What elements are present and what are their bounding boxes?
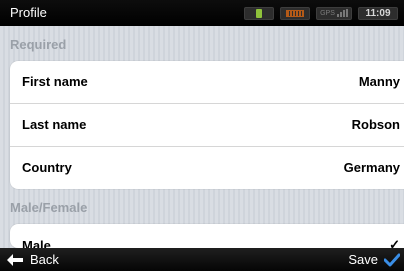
section-header-required: Required — [10, 37, 67, 52]
section-header-gender: Male/Female — [10, 200, 88, 215]
signal-icon: GPS — [316, 6, 352, 20]
back-label: Back — [30, 252, 59, 267]
field-value: ✓ — [389, 237, 400, 248]
save-label: Save — [348, 252, 378, 267]
required-fields-card: First name Manny Last name Robson Countr… — [10, 61, 404, 189]
field-label: Last name — [22, 117, 87, 132]
field-country[interactable]: Country Germany — [10, 147, 404, 189]
save-button[interactable]: Save — [348, 250, 400, 269]
window-title: Profile — [10, 5, 47, 20]
field-label: Male — [22, 238, 51, 248]
field-gender-male[interactable]: Male ✓ — [10, 224, 404, 248]
field-value: Manny — [358, 74, 400, 89]
checkmark-icon — [384, 253, 400, 266]
battery-icon — [280, 6, 310, 20]
back-button[interactable]: Back — [6, 250, 59, 269]
field-label: Country — [22, 160, 72, 175]
field-first-name[interactable]: First name Manny — [10, 61, 404, 104]
bottom-toolbar: Back Save — [0, 248, 404, 271]
usb-icon — [244, 6, 274, 20]
back-arrow-icon — [7, 253, 23, 266]
signal-label: GPS — [320, 9, 335, 17]
status-icons: GPS 11:09 — [244, 6, 398, 20]
field-value: Robson — [351, 117, 400, 132]
field-last-name[interactable]: Last name Robson — [10, 104, 404, 147]
field-value: Germany — [343, 160, 400, 175]
gender-card: Male ✓ — [10, 224, 404, 248]
status-bar: Profile GPS 11:09 — [0, 0, 404, 26]
clock: 11:09 — [358, 6, 398, 20]
field-label: First name — [22, 74, 88, 89]
